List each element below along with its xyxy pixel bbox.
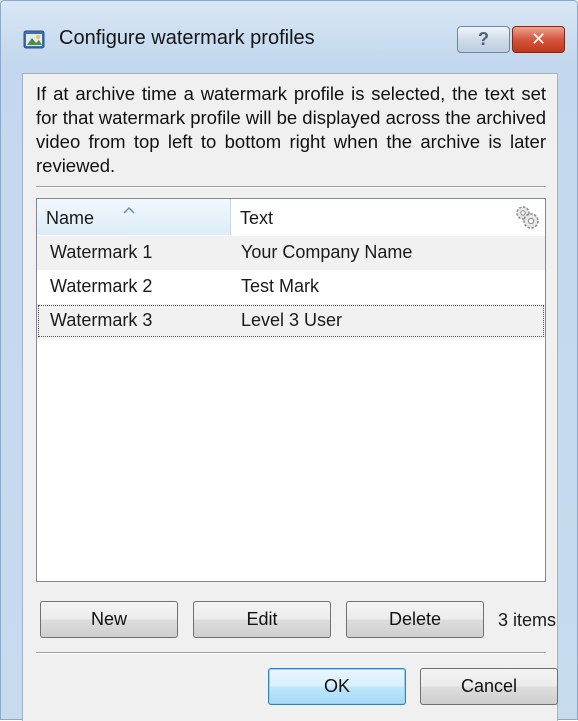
item-count: 3 items bbox=[498, 610, 557, 630]
close-icon: ✕ bbox=[530, 29, 547, 49]
help-button[interactable]: ? bbox=[457, 26, 510, 53]
new-button[interactable]: New bbox=[40, 601, 178, 638]
help-icon: ? bbox=[478, 29, 489, 49]
description-text: If at archive time a watermark profile i… bbox=[36, 83, 547, 176]
sort-ascending-icon bbox=[123, 201, 135, 214]
app-icon bbox=[23, 28, 45, 50]
edit-button[interactable]: Edit bbox=[193, 601, 331, 638]
list-header: Name Text bbox=[37, 199, 545, 237]
delete-button[interactable]: Delete bbox=[346, 601, 484, 638]
row-name-cell: Watermark 3 bbox=[50, 310, 153, 330]
ok-button[interactable]: OK bbox=[268, 668, 406, 705]
row-name-cell: Watermark 2 bbox=[50, 276, 153, 296]
bottom-separator bbox=[36, 652, 546, 654]
row-text-cell: Your Company Name bbox=[241, 242, 413, 262]
row-text-cell: Test Mark bbox=[241, 276, 320, 296]
window-title: Configure watermark profiles bbox=[59, 27, 315, 49]
column-header-text[interactable]: Text bbox=[231, 199, 545, 235]
top-separator bbox=[36, 186, 546, 188]
dialog-window: Configure watermark profiles ? ✕ If at a… bbox=[0, 0, 578, 721]
title-bar[interactable]: Configure watermark profiles ? ✕ bbox=[1, 1, 577, 73]
row-name-cell: Watermark 1 bbox=[50, 242, 153, 262]
row-text-cell: Level 3 User bbox=[241, 310, 343, 330]
column-header-name[interactable]: Name bbox=[37, 199, 231, 235]
column-header-text-label: Text bbox=[240, 208, 274, 228]
cancel-button[interactable]: Cancel bbox=[420, 668, 558, 705]
table-row[interactable]: Watermark 1 Your Company Name bbox=[37, 236, 545, 270]
dialog-content: If at archive time a watermark profile i… bbox=[22, 73, 558, 721]
close-button[interactable]: ✕ bbox=[512, 26, 565, 53]
table-row[interactable]: Watermark 2 Test Mark bbox=[37, 270, 545, 304]
column-header-name-label: Name bbox=[46, 208, 95, 228]
table-row-focused[interactable]: Watermark 3 Level 3 User bbox=[37, 304, 545, 338]
watermark-list[interactable]: Name Text Watermark 1 Your Company Name … bbox=[36, 198, 546, 582]
gear-icon[interactable] bbox=[513, 204, 541, 230]
